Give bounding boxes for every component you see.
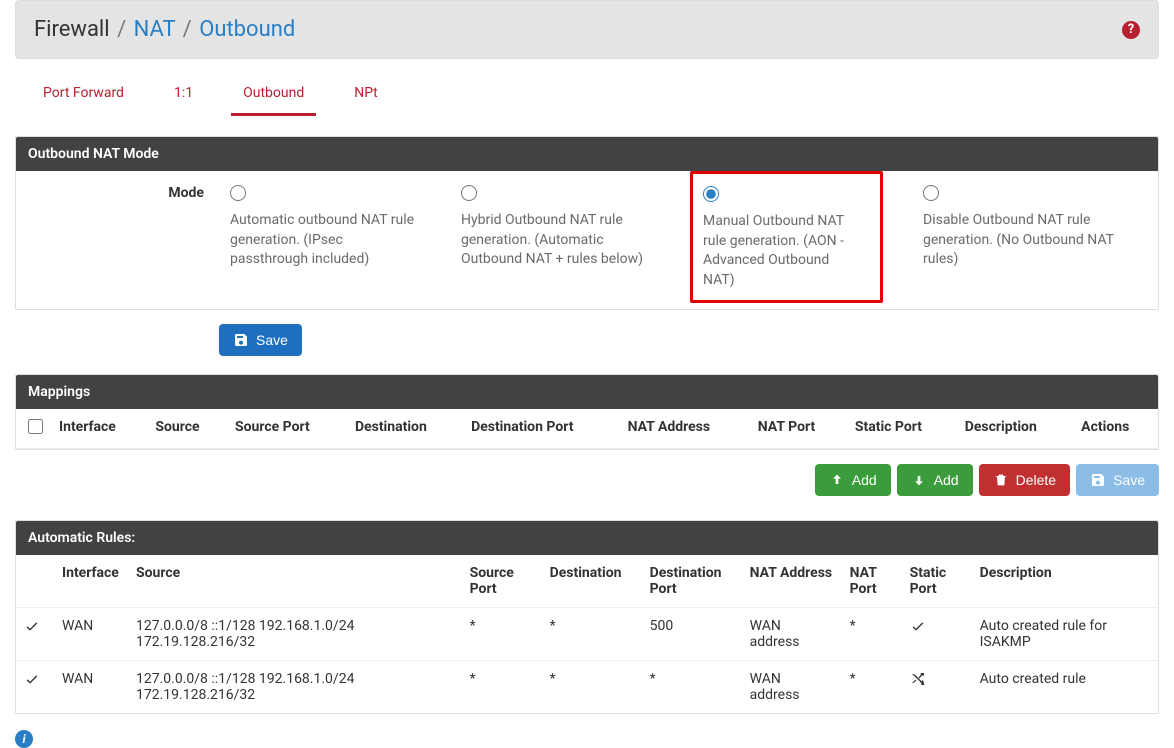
breadcrumb: Firewall / NAT / Outbound — [34, 17, 295, 42]
mode-panel-title: Outbound NAT Mode — [16, 137, 1158, 171]
mode-radio-hybrid[interactable] — [461, 185, 477, 201]
tab-bar: Port Forward 1:1 Outbound NPt — [15, 75, 1159, 116]
mode-desc-disable: Disable Outbound NAT rule generation. (N… — [923, 211, 1134, 270]
save-button[interactable]: Save — [219, 324, 302, 356]
tab-npt[interactable]: NPt — [342, 75, 390, 116]
cell-description: Auto created rule for ISAKMP — [972, 608, 1158, 661]
delete-label: Delete — [1016, 472, 1056, 488]
mcol-destination-port: Destination Port — [463, 409, 620, 449]
breadcrumb-root[interactable]: Firewall — [34, 17, 110, 42]
rule-enabled-cell — [16, 661, 54, 714]
acol-source-port: Source Port — [462, 555, 542, 608]
breadcrumb-mid[interactable]: NAT — [134, 17, 176, 42]
cell-source: 127.0.0.0/8 ::1/128 192.168.1.0/24 172.1… — [128, 608, 462, 661]
save-mappings-button[interactable]: Save — [1076, 464, 1159, 496]
mappings-title: Mappings — [16, 375, 1158, 409]
save-button-label: Save — [256, 332, 288, 348]
cell-nat-port: * — [842, 608, 902, 661]
mode-label: Mode — [16, 183, 220, 201]
mcol-static-port: Static Port — [847, 409, 957, 449]
mode-radio-auto[interactable] — [230, 185, 246, 201]
mappings-actions: Add Add Delete Save — [15, 464, 1159, 496]
mode-radio-manual[interactable] — [703, 186, 719, 202]
mode-option-hybrid[interactable]: Hybrid Outbound NAT rule generation. (Au… — [451, 183, 682, 295]
mode-desc-hybrid: Hybrid Outbound NAT rule generation. (Au… — [461, 211, 672, 270]
auto-rules-table: Interface Source Source Port Destination… — [16, 555, 1158, 713]
page-header: Firewall / NAT / Outbound ? — [15, 0, 1159, 59]
acol-nat-address: NAT Address — [742, 555, 842, 608]
mode-options: Automatic outbound NAT rule generation. … — [220, 183, 1144, 295]
mode-option-disable[interactable]: Disable Outbound NAT rule generation. (N… — [913, 183, 1144, 295]
mcol-actions: Actions — [1073, 409, 1158, 449]
cell-destination-port: * — [642, 661, 742, 714]
mcol-source: Source — [147, 409, 227, 449]
acol-nat-port: NAT Port — [842, 555, 902, 608]
breadcrumb-sep: / — [183, 17, 192, 42]
mappings-table: Interface Source Source Port Destination… — [16, 409, 1158, 449]
table-row: WAN127.0.0.0/8 ::1/128 192.168.1.0/24 17… — [16, 661, 1158, 714]
cell-nat-address: WAN address — [742, 661, 842, 714]
delete-button[interactable]: Delete — [979, 464, 1070, 496]
cell-description: Auto created rule — [972, 661, 1158, 714]
info-icon[interactable]: i — [15, 730, 33, 748]
acol-description: Description — [972, 555, 1158, 608]
add-bottom-button[interactable]: Add — [897, 464, 973, 496]
acol-static-port: Static Port — [902, 555, 972, 608]
shuffle-icon — [910, 675, 926, 691]
acol-source: Source — [128, 555, 462, 608]
arrow-up-icon — [829, 472, 845, 488]
cell-source-port: * — [462, 608, 542, 661]
mappings-panel: Mappings Interface Source Source Port De… — [15, 374, 1159, 450]
mode-desc-manual: Manual Outbound NAT rule generation. (AO… — [703, 212, 872, 290]
add-top-button[interactable]: Add — [815, 464, 891, 496]
auto-rules-title: Automatic Rules: — [16, 521, 1158, 555]
tab-port-forward[interactable]: Port Forward — [31, 75, 136, 116]
mappings-select-all[interactable] — [28, 419, 43, 434]
breadcrumb-sep: / — [117, 17, 126, 42]
add-bottom-label: Add — [934, 472, 959, 488]
breadcrumb-leaf[interactable]: Outbound — [199, 17, 295, 42]
mcol-interface: Interface — [51, 409, 147, 449]
cell-source-port: * — [462, 661, 542, 714]
tab-1-1[interactable]: 1:1 — [162, 75, 205, 116]
cell-source: 127.0.0.0/8 ::1/128 192.168.1.0/24 172.1… — [128, 661, 462, 714]
cell-interface: WAN — [54, 661, 128, 714]
acol-destination: Destination — [542, 555, 642, 608]
check-icon — [24, 675, 40, 691]
mode-option-auto[interactable]: Automatic outbound NAT rule generation. … — [220, 183, 451, 295]
mode-option-manual[interactable]: Manual Outbound NAT rule generation. (AO… — [682, 183, 913, 295]
mcol-description: Description — [957, 409, 1073, 449]
cell-destination: * — [542, 608, 642, 661]
save-icon — [1090, 472, 1106, 488]
arrow-down-icon — [911, 472, 927, 488]
cell-nat-address: WAN address — [742, 608, 842, 661]
acol-destination-port: Destination Port — [642, 555, 742, 608]
auto-rules-panel: Automatic Rules: Interface Source Source… — [15, 520, 1159, 714]
save-mappings-label: Save — [1113, 472, 1145, 488]
add-top-label: Add — [852, 472, 877, 488]
mcol-nat-address: NAT Address — [620, 409, 750, 449]
check-icon — [24, 622, 40, 638]
mcol-destination: Destination — [347, 409, 463, 449]
mode-panel: Outbound NAT Mode Mode Automatic outboun… — [15, 136, 1159, 310]
mode-desc-auto: Automatic outbound NAT rule generation. … — [230, 211, 441, 270]
table-row: WAN127.0.0.0/8 ::1/128 192.168.1.0/24 17… — [16, 608, 1158, 661]
cell-destination: * — [542, 661, 642, 714]
check-icon — [910, 622, 926, 638]
mode-radio-disable[interactable] — [923, 185, 939, 201]
mcol-nat-port: NAT Port — [750, 409, 847, 449]
trash-icon — [993, 472, 1009, 488]
cell-interface: WAN — [54, 608, 128, 661]
tab-outbound[interactable]: Outbound — [231, 75, 316, 116]
cell-static-port — [902, 661, 972, 714]
help-icon[interactable]: ? — [1122, 21, 1140, 39]
cell-static-port — [902, 608, 972, 661]
mcol-source-port: Source Port — [227, 409, 347, 449]
cell-destination-port: 500 — [642, 608, 742, 661]
rule-enabled-cell — [16, 608, 54, 661]
acol-interface: Interface — [54, 555, 128, 608]
cell-nat-port: * — [842, 661, 902, 714]
save-icon — [233, 332, 249, 348]
